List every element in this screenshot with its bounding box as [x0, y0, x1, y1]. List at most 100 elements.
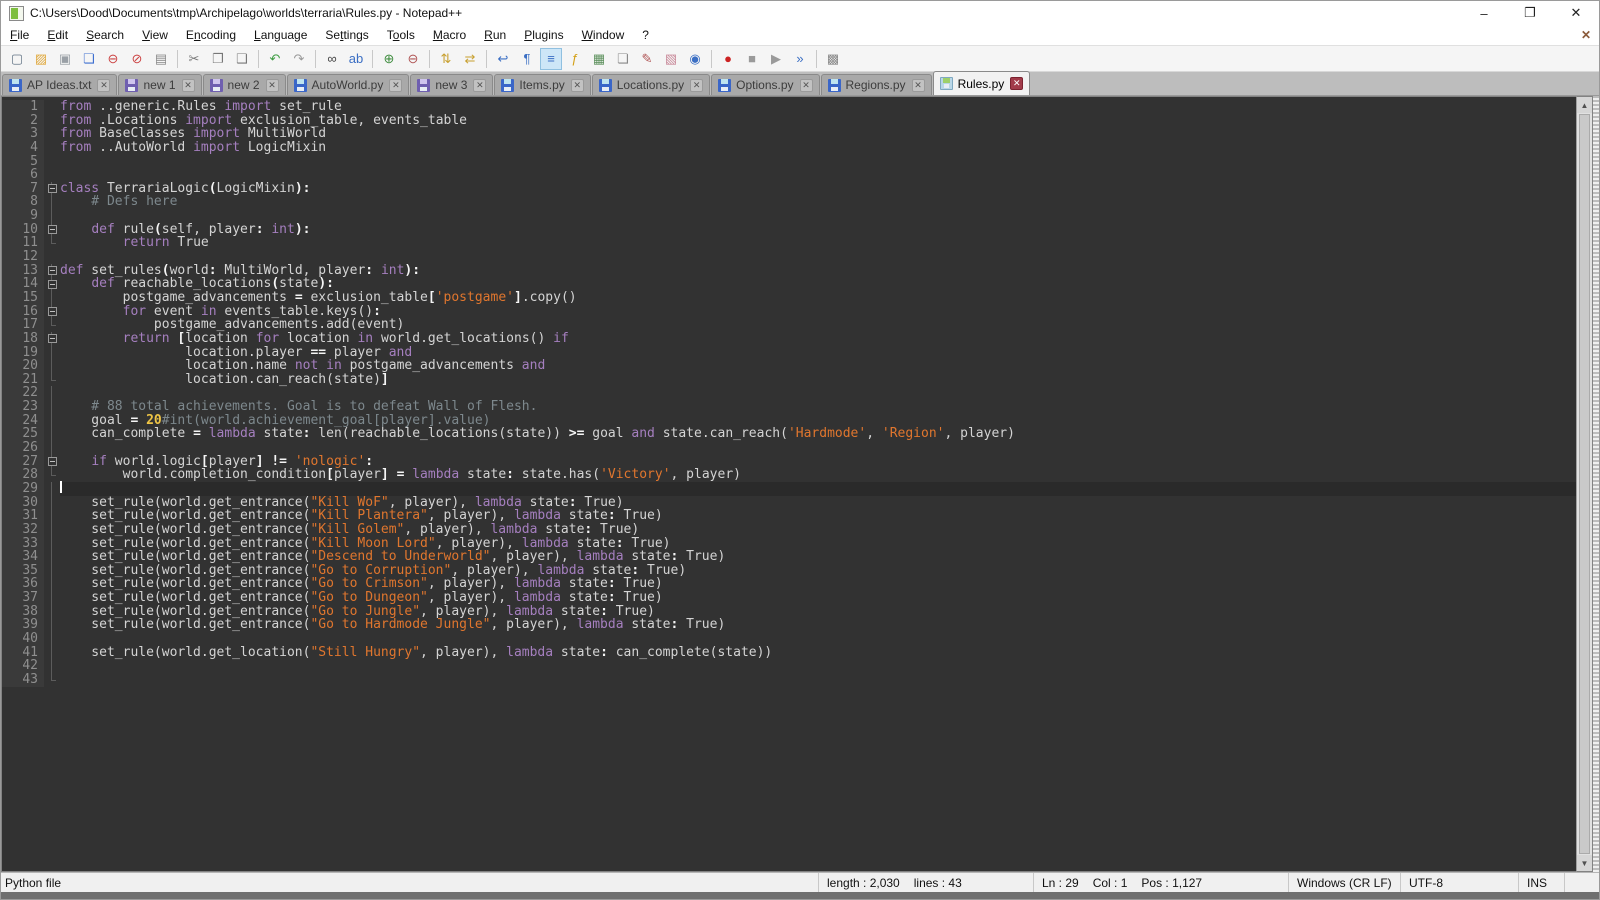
status-encoding[interactable]: UTF-8 [1401, 873, 1519, 892]
undo-icon[interactable]: ↶ [264, 48, 286, 70]
window-resize-edge[interactable] [1593, 96, 1599, 872]
menu-item-run[interactable]: Run [475, 26, 515, 44]
show-all-characters-icon[interactable]: ¶ [516, 48, 538, 70]
code-line[interactable]: 22 [2, 386, 1576, 400]
vertical-scrollbar[interactable]: ▲ ▼ [1576, 96, 1593, 872]
code-line[interactable]: 38 set_rule(world.get_entrance("Go to Ju… [2, 605, 1576, 619]
tab-rules-py[interactable]: Rules.py✕ [933, 71, 1031, 95]
tab-ap-ideas-txt[interactable]: AP Ideas.txt✕ [2, 74, 117, 95]
paste-icon[interactable]: ❑ [231, 48, 253, 70]
tab-regions-py[interactable]: Regions.py✕ [821, 74, 932, 95]
fold-toggle-icon[interactable] [44, 305, 60, 319]
zoom-out-icon[interactable]: ⊖ [402, 48, 424, 70]
menu-item-language[interactable]: Language [245, 26, 316, 44]
print-icon[interactable]: ▤ [150, 48, 172, 70]
document-list-icon[interactable]: ❏ [612, 48, 634, 70]
fold-toggle-icon[interactable] [44, 182, 60, 196]
sync-vertical-icon[interactable]: ⇅ [435, 48, 457, 70]
code-line[interactable]: 15 postgame_advancements = exclusion_tab… [2, 291, 1576, 305]
code-line[interactable]: 30 set_rule(world.get_entrance("Kill WoF… [2, 496, 1576, 510]
code-line[interactable]: 20 location.name not in postgame_advance… [2, 359, 1576, 373]
redo-icon[interactable]: ↷ [288, 48, 310, 70]
menu-item-file[interactable]: File [1, 26, 38, 44]
code-line[interactable]: 25 can_complete = lambda state: len(reac… [2, 427, 1576, 441]
tab-new-2[interactable]: new 2✕ [203, 74, 286, 95]
replace-icon[interactable]: ab [345, 48, 367, 70]
code-line[interactable]: 17 postgame_advancements.add(event) [2, 318, 1576, 332]
fold-toggle-icon[interactable] [44, 332, 60, 346]
status-insert-mode[interactable]: INS [1519, 873, 1565, 892]
code-line[interactable]: 10 def rule(self, player: int): [2, 223, 1576, 237]
tab-new-1[interactable]: new 1✕ [118, 74, 201, 95]
tab-close-icon[interactable]: ✕ [1010, 77, 1023, 90]
user-defined-lang-icon[interactable]: ✎ [636, 48, 658, 70]
code-line[interactable]: 3from BaseClasses import MultiWorld [2, 127, 1576, 141]
folder-as-workspace-icon[interactable]: ▧ [660, 48, 682, 70]
close-document-icon[interactable]: ✕ [1581, 28, 1591, 42]
code-line[interactable]: 40 [2, 632, 1576, 646]
code-line[interactable]: 5 [2, 155, 1576, 169]
code-line[interactable]: 1from ..generic.Rules import set_rule [2, 100, 1576, 114]
code-line[interactable]: 43 [2, 673, 1576, 687]
find-icon[interactable]: ∞ [321, 48, 343, 70]
code-line[interactable]: 21 location.can_reach(state)] [2, 373, 1576, 387]
tab-close-icon[interactable]: ✕ [473, 79, 486, 92]
restore-button[interactable]: ❐ [1507, 1, 1553, 25]
tab-locations-py[interactable]: Locations.py✕ [592, 74, 710, 95]
tab-close-icon[interactable]: ✕ [690, 79, 703, 92]
scroll-down-icon[interactable]: ▼ [1577, 855, 1592, 871]
code-line[interactable]: 18 return [location for location in worl… [2, 332, 1576, 346]
menu-item-[interactable]: ? [633, 26, 658, 44]
menu-item-window[interactable]: Window [573, 26, 634, 44]
code-line[interactable]: 4from ..AutoWorld import LogicMixin [2, 141, 1576, 155]
fold-toggle-icon[interactable] [44, 277, 60, 291]
menu-item-edit[interactable]: Edit [38, 26, 77, 44]
code-line[interactable]: 32 set_rule(world.get_entrance("Kill Gol… [2, 523, 1576, 537]
close-file-icon[interactable]: ⊖ [102, 48, 124, 70]
macro-play-icon[interactable]: ▶ [765, 48, 787, 70]
code-line[interactable]: 23 # 88 total achievements. Goal is to d… [2, 400, 1576, 414]
code-line[interactable]: 12 [2, 250, 1576, 264]
fold-toggle-icon[interactable] [44, 455, 60, 469]
menu-item-tools[interactable]: Tools [378, 26, 424, 44]
tab-close-icon[interactable]: ✕ [182, 79, 195, 92]
tab-close-icon[interactable]: ✕ [97, 79, 110, 92]
code-line[interactable]: 39 set_rule(world.get_entrance("Go to Ha… [2, 618, 1576, 632]
zoom-in-icon[interactable]: ⊕ [378, 48, 400, 70]
close-button[interactable]: ✕ [1553, 1, 1599, 25]
tab-options-py[interactable]: Options.py✕ [711, 74, 819, 95]
code-line[interactable]: 42 [2, 659, 1576, 673]
save-all-icon[interactable]: ❏ [78, 48, 100, 70]
scrollbar-thumb[interactable] [1579, 114, 1590, 854]
code-line[interactable]: 11 return True [2, 236, 1576, 250]
menu-item-macro[interactable]: Macro [424, 26, 475, 44]
copy-icon[interactable]: ❐ [207, 48, 229, 70]
open-folder-icon[interactable]: ▨ [30, 48, 52, 70]
fold-toggle-icon[interactable] [44, 223, 60, 237]
code-line[interactable]: 31 set_rule(world.get_entrance("Kill Pla… [2, 509, 1576, 523]
menu-item-search[interactable]: Search [77, 26, 133, 44]
code-line[interactable]: 19 location.player == player and [2, 346, 1576, 360]
code-line[interactable]: 7class TerrariaLogic(LogicMixin): [2, 182, 1576, 196]
macro-save-icon[interactable]: ▩ [822, 48, 844, 70]
code-line[interactable]: 35 set_rule(world.get_entrance("Go to Co… [2, 564, 1576, 578]
code-line[interactable]: 26 [2, 441, 1576, 455]
menu-item-encoding[interactable]: Encoding [177, 26, 245, 44]
code-line[interactable]: 14 def reachable_locations(state): [2, 277, 1576, 291]
monitoring-icon[interactable]: ◉ [684, 48, 706, 70]
code-line[interactable]: 29 [2, 482, 1576, 496]
minimize-button[interactable]: – [1461, 1, 1507, 25]
sync-horizontal-icon[interactable]: ⇄ [459, 48, 481, 70]
tab-close-icon[interactable]: ✕ [266, 79, 279, 92]
code-line[interactable]: 28 world.completion_condition[player] = … [2, 468, 1576, 482]
menu-item-view[interactable]: View [133, 26, 177, 44]
menu-item-plugins[interactable]: Plugins [515, 26, 572, 44]
document-map-icon[interactable]: ▦ [588, 48, 610, 70]
macro-stop-icon[interactable]: ■ [741, 48, 763, 70]
indent-guide-icon[interactable]: ≡ [540, 48, 562, 70]
code-line[interactable]: 9 [2, 209, 1576, 223]
tab-close-icon[interactable]: ✕ [571, 79, 584, 92]
code-line[interactable]: 33 set_rule(world.get_entrance("Kill Moo… [2, 537, 1576, 551]
function-list-icon[interactable]: ƒ [564, 48, 586, 70]
close-all-icon[interactable]: ⊘ [126, 48, 148, 70]
